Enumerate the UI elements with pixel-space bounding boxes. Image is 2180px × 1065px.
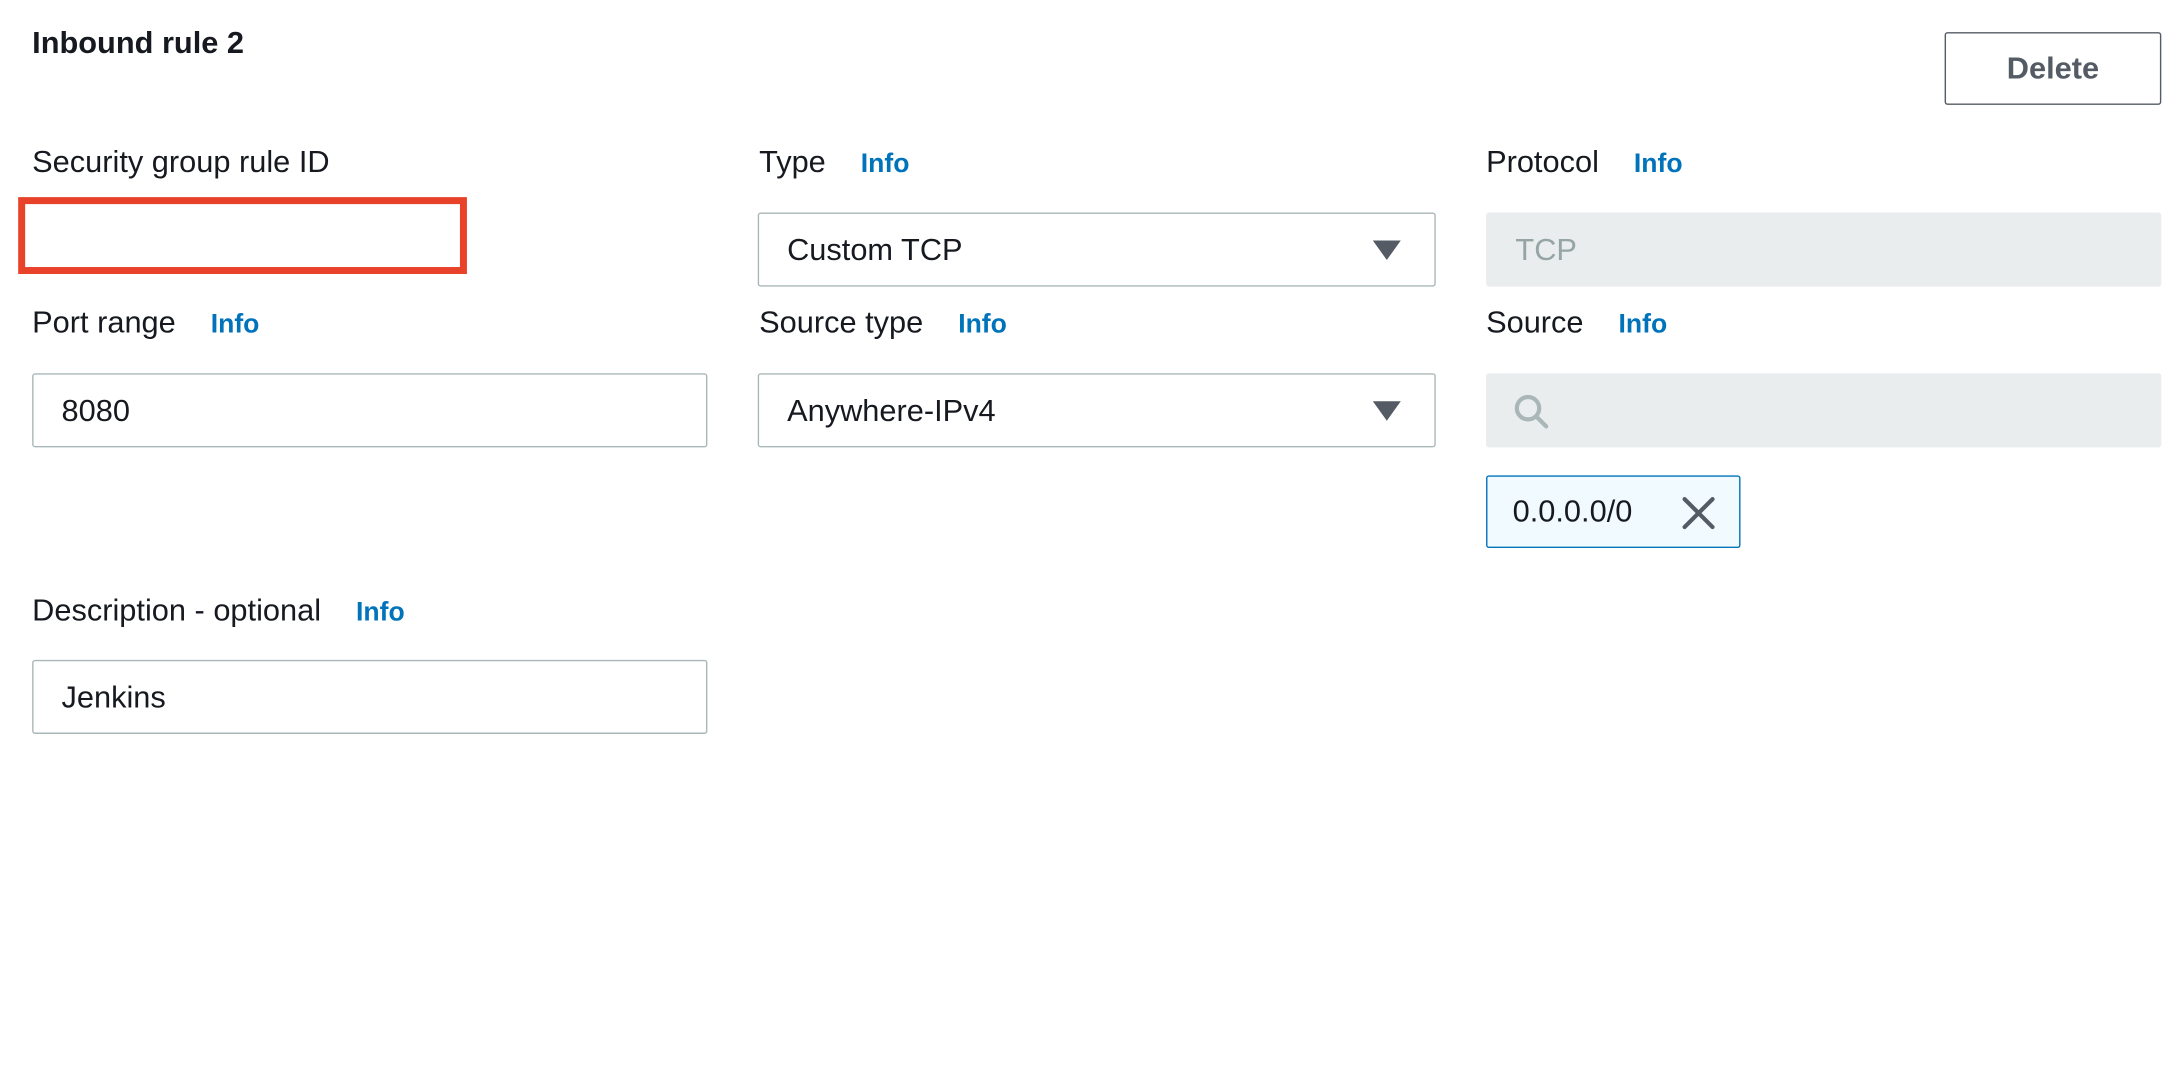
source-token: 0.0.0.0/0	[1486, 475, 1741, 549]
port-range-label-text: Port range	[32, 304, 176, 340]
protocol-info-link[interactable]: Info	[1634, 150, 1683, 181]
source-type-select-value: Anywhere-IPv4	[787, 392, 996, 428]
type-select-value: Custom TCP	[787, 231, 963, 267]
source-label-text: Source	[1486, 304, 1584, 340]
source-label: Source Info	[1486, 305, 1667, 341]
source-type-info-link[interactable]: Info	[958, 310, 1007, 341]
description-label: Description - optional Info	[32, 593, 405, 629]
source-info-link[interactable]: Info	[1618, 310, 1667, 341]
source-type-select[interactable]: Anywhere-IPv4	[757, 373, 1436, 448]
protocol-field: TCP	[1486, 212, 2162, 287]
description-input[interactable]: Jenkins	[32, 659, 708, 734]
security-group-rule-id-label-text: Security group rule ID	[32, 143, 330, 179]
type-info-link[interactable]: Info	[861, 150, 910, 181]
source-token-label: 0.0.0.0/0	[1512, 493, 1633, 529]
highlight-annotation-box	[18, 197, 467, 275]
delete-button[interactable]: Delete	[1944, 32, 2162, 105]
caret-down-icon	[1372, 239, 1401, 260]
port-range-label: Port range Info	[32, 305, 259, 341]
description-info-link[interactable]: Info	[356, 598, 405, 629]
type-label-text: Type	[759, 143, 826, 179]
rule-title: Inbound rule 2	[32, 25, 245, 61]
port-range-value: 8080	[61, 392, 130, 428]
close-icon[interactable]	[1680, 495, 1716, 531]
inbound-rule-panel: Inbound rule 2 Delete Security group rul…	[0, 0, 2180, 1065]
source-type-label-text: Source type	[759, 304, 924, 340]
caret-down-icon	[1372, 400, 1401, 421]
port-range-input[interactable]: 8080	[32, 373, 708, 448]
type-select[interactable]: Custom TCP	[757, 212, 1436, 287]
source-type-label: Source type Info	[759, 305, 1007, 341]
description-value: Jenkins	[61, 678, 166, 714]
protocol-label: Protocol Info	[1486, 144, 1682, 180]
protocol-value: TCP	[1515, 231, 1577, 267]
search-icon	[1514, 394, 1549, 429]
type-label: Type Info	[759, 144, 909, 180]
source-search-input[interactable]	[1486, 373, 2162, 448]
protocol-label-text: Protocol	[1486, 143, 1599, 179]
description-label-text: Description - optional	[32, 592, 322, 628]
security-group-rule-id-label: Security group rule ID	[32, 144, 329, 180]
port-range-info-link[interactable]: Info	[211, 310, 260, 341]
